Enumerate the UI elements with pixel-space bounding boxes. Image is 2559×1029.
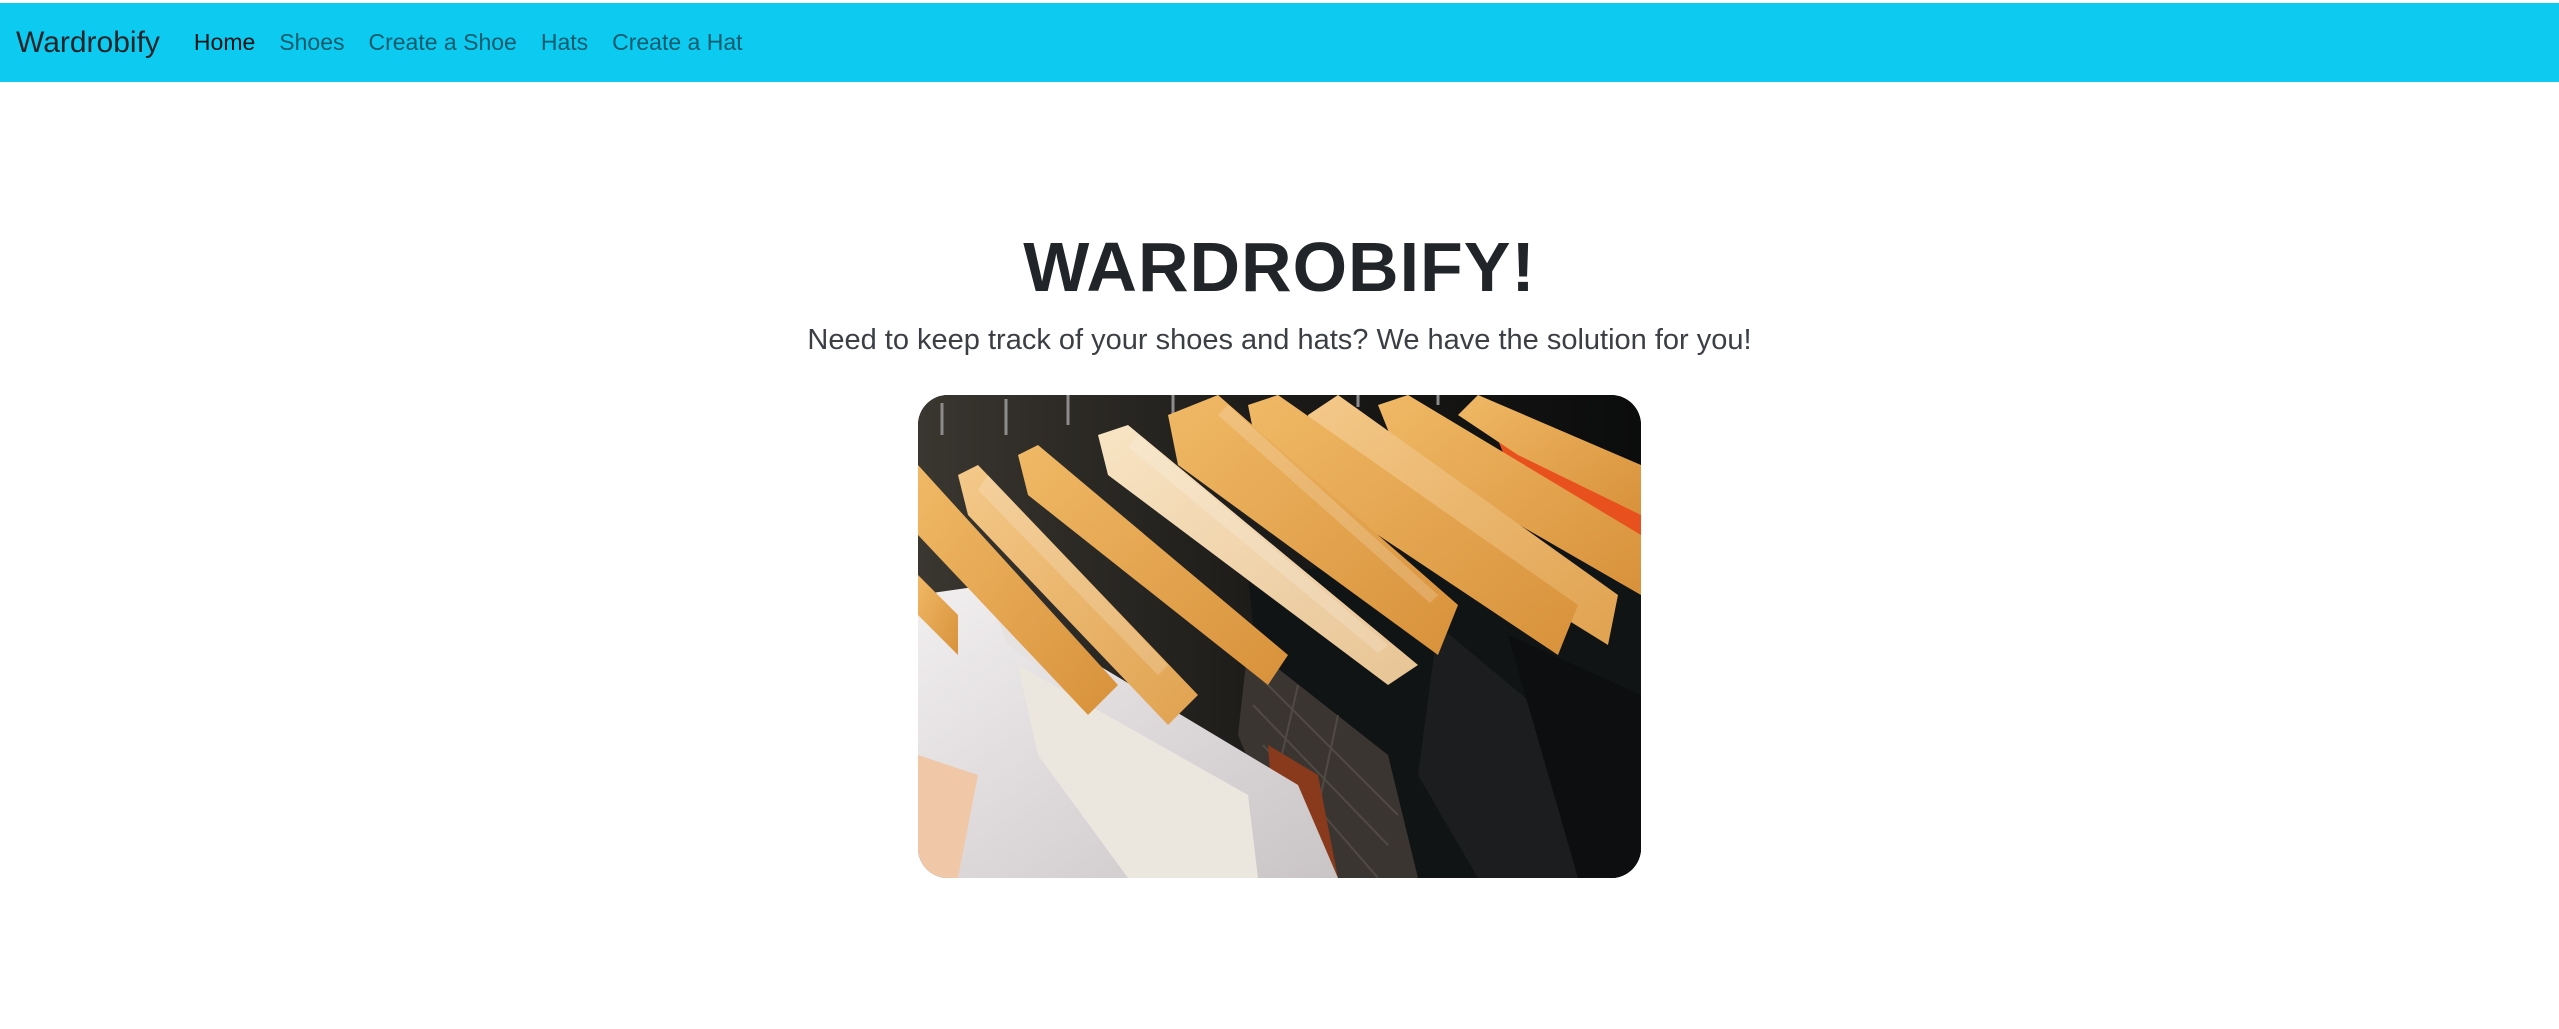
nav-link-shoes[interactable]: Shoes bbox=[279, 29, 344, 56]
page-title: WARDROBIFY! bbox=[1023, 228, 1536, 306]
nav-link-home[interactable]: Home bbox=[194, 29, 255, 56]
hero-lead-text: Need to keep track of your shoes and hat… bbox=[807, 324, 1752, 356]
clothes-on-hangers-illustration bbox=[918, 395, 1641, 878]
nav-link-create-shoe[interactable]: Create a Shoe bbox=[369, 29, 517, 56]
navbar-brand[interactable]: Wardrobify bbox=[16, 26, 160, 60]
nav-link-create-hat[interactable]: Create a Hat bbox=[612, 29, 742, 56]
navbar: Wardrobify Home Shoes Create a Shoe Hats… bbox=[0, 3, 2559, 82]
nav-link-hats[interactable]: Hats bbox=[541, 29, 588, 56]
hero-image bbox=[918, 395, 1641, 878]
